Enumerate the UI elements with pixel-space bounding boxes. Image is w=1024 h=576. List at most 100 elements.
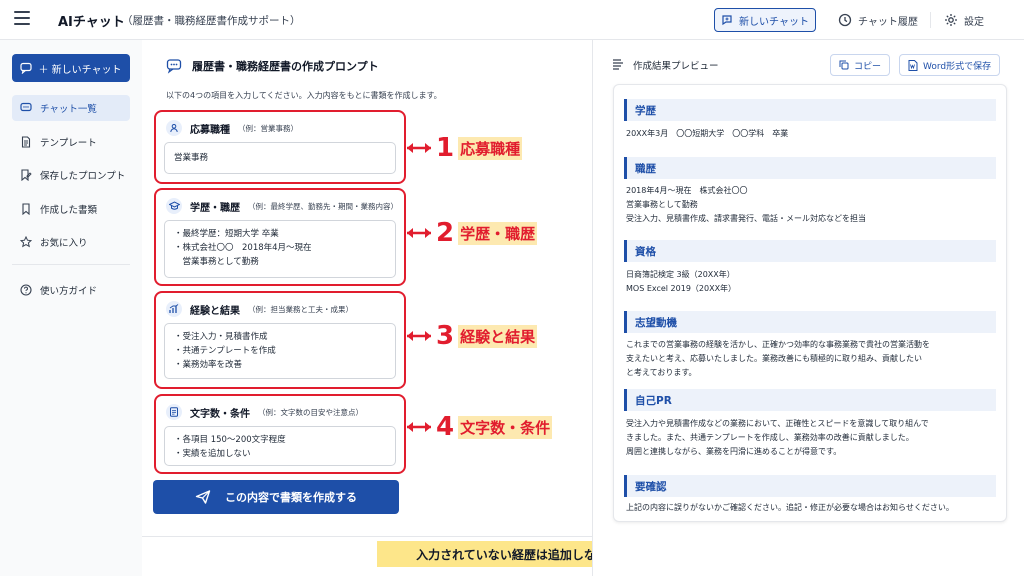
- chart-growth-icon: [166, 301, 182, 317]
- annotation-4: 4 文字数・条件: [406, 412, 553, 442]
- field-card-conditions: 文字数・条件 （例：文字数の目安や注意点） ・各項目 150～200文字程度 ・…: [154, 394, 406, 474]
- preview-title: 作成結果プレビュー: [611, 58, 719, 72]
- field-label: 経験と結果: [190, 305, 240, 317]
- person-icon: [166, 120, 182, 136]
- field-label: 応募職種: [190, 124, 230, 136]
- clock-icon: [838, 13, 852, 27]
- annotation-number: 2: [436, 218, 455, 248]
- experience-input[interactable]: ・受注入力・見積書作成 ・共通テンプレートを作成 ・業務効率を改善: [164, 323, 396, 379]
- settings-link[interactable]: 設定: [944, 8, 984, 32]
- document-lines-icon: [613, 59, 623, 70]
- section-heading: 要確認: [624, 475, 996, 497]
- preview-document: 学歴 20XX年3月 〇〇短期大学 〇〇学科 卒業 職歴 2018年4月～現在 …: [613, 84, 1007, 522]
- sidebar-guide-label: 使い方ガイド: [40, 286, 98, 297]
- star-icon: [20, 236, 32, 248]
- annotation-number: 3: [436, 321, 455, 351]
- field-line: ・受注入力・見積書作成: [174, 332, 268, 342]
- conditions-input[interactable]: ・各項目 150～200文字程度 ・実績を追加しない: [164, 426, 396, 466]
- section-line: 支えたいと考え、応募いたしました。業務改善にも積極的に取り組み、貢献したい: [626, 354, 922, 363]
- sidebar-divider: [12, 264, 130, 265]
- section-heading: 自己PR: [624, 389, 996, 411]
- save-word-button[interactable]: Word形式で保存: [899, 54, 1001, 76]
- sidebar-new-chat-label: ＋ 新しいチャット: [38, 64, 122, 76]
- chat-plus-icon: [20, 62, 33, 74]
- top-bar: AIチャット （履歴書・職務経歴書作成サポート） 新しいチャット チャット履歴 …: [0, 0, 1024, 40]
- section-line: と考えております。: [626, 368, 697, 377]
- section-line: これまでの営業事務の経験を活かし、正確かつ効率的な事務業務で貴社の営業活動を: [626, 340, 930, 349]
- preview-title-text: 作成結果プレビュー: [633, 61, 719, 72]
- field-line: 営業事務として勤務: [174, 257, 259, 267]
- field-card-history: 学歴・職歴 （例：最終学歴、勤務先・期間・業務内容） ・最終学歴：短期大学 卒業…: [154, 188, 406, 286]
- section-body: 2018年4月～現在 株式会社〇〇 営業事務として勤務 受注入力、見積書作成、請…: [626, 184, 996, 226]
- field-label: 文字数・条件: [190, 408, 250, 420]
- sidebar-item-template[interactable]: テンプレート: [12, 129, 130, 155]
- sidebar-item-label: 保存したプロンプト: [40, 171, 126, 182]
- annotation-text: 応募職種: [458, 136, 523, 160]
- section-body: これまでの営業事務の経験を活かし、正確かつ効率的な事務業務で貴社の営業活動を 支…: [626, 338, 996, 380]
- chat-history-link[interactable]: チャット履歴: [838, 8, 918, 32]
- job-input[interactable]: 営業事務: [164, 142, 396, 174]
- panel-title: 履歴書・職務経歴書の作成プロンプト: [166, 58, 379, 74]
- bookmark-icon: [22, 203, 30, 215]
- history-input[interactable]: ・最終学歴：短期大学 卒業 ・株式会社〇〇 2018年4月～現在 営業事務として…: [164, 220, 396, 278]
- preview-panel: 作成結果プレビュー コピー Word形式で保存 学歴 20XX年3月 〇〇短期大…: [592, 40, 1024, 576]
- top-divider: [930, 12, 931, 28]
- graduation-cap-icon: [166, 198, 182, 214]
- annotation-text: 経験と結果: [458, 324, 538, 348]
- section-line: 20XX年3月 〇〇短期大学 〇〇学科 卒業: [626, 129, 789, 138]
- sidebar-item-chat-list[interactable]: チャット一覧: [12, 95, 130, 121]
- menu-icon[interactable]: [14, 11, 30, 25]
- document-icon: [21, 136, 31, 148]
- copy-icon: [839, 60, 849, 70]
- create-document-button[interactable]: この内容で書類を作成する: [153, 480, 399, 514]
- section-line: 上記の内容に誤りがないかご確認ください。追記・修正が必要な場合はお知らせください…: [626, 503, 954, 512]
- bookmark-edit-icon: [21, 169, 32, 181]
- field-line: ・共通テンプレートを作成: [174, 346, 276, 356]
- double-arrow-icon: [407, 422, 431, 432]
- settings-label: 設定: [964, 16, 984, 28]
- section-line: きました。また、共通テンプレートを作成し、業務効率の改善に貢献しました。: [626, 433, 914, 442]
- sidebar-item-label: チャット一覧: [40, 104, 97, 115]
- annotation-3: 3 経験と結果: [406, 321, 538, 351]
- sidebar-item-label: お気に入り: [40, 238, 88, 249]
- double-arrow-icon: [407, 331, 431, 341]
- word-document-icon: [908, 59, 918, 71]
- field-example: （例：担当業務と工夫・成果）: [248, 304, 353, 314]
- annotation-text: 文字数・条件: [458, 415, 553, 439]
- document-list-icon: [166, 404, 182, 420]
- field-line: ・実績を追加しない: [174, 449, 251, 459]
- chat-history-label: チャット履歴: [858, 16, 918, 28]
- sidebar-new-chat-button[interactable]: ＋ 新しいチャット: [12, 54, 130, 82]
- sidebar-item-guide[interactable]: 使い方ガイド: [12, 277, 130, 303]
- field-line: 営業事務: [174, 153, 209, 163]
- section-line: 日商簿記検定 3級（20XX年）: [626, 270, 735, 279]
- annotation-2: 2 学歴・職歴: [406, 218, 538, 248]
- create-document-label: この内容で書類を作成する: [225, 491, 357, 504]
- field-card-job: 応募職種 （例：営業事務） 営業事務: [154, 110, 406, 184]
- annotation-1: 1 応募職種: [406, 133, 523, 163]
- sidebar-item-favorites[interactable]: お気に入り: [12, 229, 130, 255]
- field-example: （例：最終学歴、勤務先・期間・業務内容）: [248, 201, 398, 211]
- field-line: ・株式会社〇〇 2018年4月～現在: [174, 243, 312, 253]
- copy-button[interactable]: コピー: [830, 54, 891, 76]
- section-line: 2018年4月～現在 株式会社〇〇: [626, 186, 748, 195]
- new-chat-icon: [722, 15, 732, 26]
- sidebar-item-created-documents[interactable]: 作成した書類: [12, 196, 130, 222]
- sidebar-item-saved-prompts[interactable]: 保存したプロンプト: [12, 162, 130, 188]
- field-label: 学歴・職歴: [190, 202, 240, 214]
- app-subtitle: （履歴書・職務経歴書作成サポート）: [122, 15, 301, 27]
- double-arrow-icon: [407, 143, 431, 153]
- sidebar-item-label: テンプレート: [40, 138, 97, 149]
- section-body: 受注入力や見積書作成などの業務において、正確性とスピードを意識して取り組んで き…: [626, 417, 996, 459]
- annotation-text: 学歴・職歴: [458, 221, 538, 245]
- section-body: 日商簿記検定 3級（20XX年） MOS Excel 2019（20XX年）: [626, 268, 996, 296]
- section-body: 20XX年3月 〇〇短期大学 〇〇学科 卒業: [626, 127, 996, 141]
- field-line: ・各項目 150～200文字程度: [174, 435, 286, 445]
- app-title: AIチャット: [58, 15, 125, 30]
- section-line: 受注入力、見積書作成、請求書発行、電話・メール対応などを担当: [626, 214, 866, 223]
- field-example: （例：営業事務）: [238, 123, 298, 133]
- new-chat-button[interactable]: 新しいチャット: [714, 8, 816, 32]
- section-line: MOS Excel 2019（20XX年）: [626, 284, 737, 293]
- chat-bubble-icon: [166, 59, 182, 74]
- field-line: ・業務効率を改善: [174, 360, 243, 370]
